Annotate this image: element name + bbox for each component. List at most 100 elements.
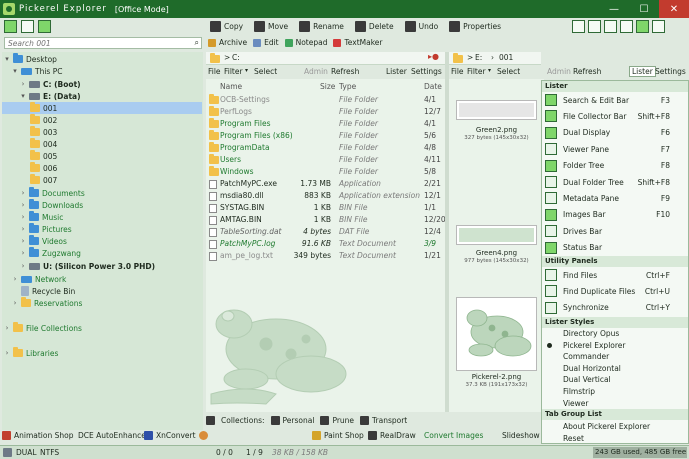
copy-button[interactable]: Copy <box>210 21 243 32</box>
app-paint-shop[interactable]: Paint Shop <box>312 431 364 440</box>
collection-transport[interactable]: Transport <box>360 416 407 425</box>
tree-node-007[interactable]: 007 <box>30 174 57 186</box>
minimize-button[interactable]: — <box>599 0 629 18</box>
tree-node-e-drive[interactable]: ▾ E: (Data) <box>20 90 80 102</box>
file-row[interactable]: AMTAG.BIN 1 KB BIN File 12/20 <box>206 214 445 226</box>
sync-icon[interactable] <box>572 20 585 33</box>
menu-settings[interactable]: Settings <box>411 67 442 76</box>
tree-node-c-drive[interactable]: › C: (Boot) <box>20 78 81 90</box>
menu-item-lister[interactable]: Folder Tree F8 <box>542 158 688 174</box>
menu-item-style[interactable]: Commander <box>542 351 688 362</box>
search-input[interactable] <box>5 38 185 48</box>
tree-node-006[interactable]: 006 <box>30 162 57 174</box>
undo-button[interactable]: Undo <box>404 21 438 32</box>
tree-node-pictures[interactable]: › Pictures <box>20 223 72 235</box>
maximize-button[interactable]: ☐ <box>629 0 659 18</box>
help-icon[interactable] <box>38 20 51 33</box>
tree-node-002[interactable]: 002 <box>30 114 57 126</box>
tree-node-005[interactable]: 005 <box>30 150 57 162</box>
tree-node-desktop[interactable]: ▾ Desktop <box>4 53 57 65</box>
menu-item-lister[interactable]: Metadata Pane F9 <box>542 190 688 206</box>
tree-node-documents[interactable]: › Documents <box>20 187 85 199</box>
collection-prune[interactable]: Prune <box>320 416 354 425</box>
file-row[interactable]: PatchMyPC.exe 1.73 MB Application 2/21 <box>206 178 445 190</box>
search-icon[interactable] <box>4 20 17 33</box>
thumbnail-pickerel[interactable] <box>456 297 537 371</box>
menu-item-utility[interactable]: Find Duplicate Files Ctrl+U <box>542 283 688 299</box>
file-row[interactable]: SYSTAG.BIN 1 KB BIN File 1/1 <box>206 202 445 214</box>
menu-item-style[interactable]: Dual Vertical <box>542 374 688 385</box>
file-row[interactable]: Program Files File Folder 4/1 <box>206 118 445 130</box>
menu-item-style[interactable]: Dual Horizontal <box>542 363 688 374</box>
tree-node-001[interactable]: 001 <box>2 102 202 114</box>
path-drive[interactable]: E: <box>475 53 482 62</box>
tree-node-zugzwang[interactable]: › Zugzwang <box>20 247 81 259</box>
path-nav-icon[interactable]: ▸● <box>428 52 439 61</box>
menu-item-lister[interactable]: Viewer Pane F7 <box>542 141 688 157</box>
move-button[interactable]: Move <box>254 21 288 32</box>
notepad-button[interactable]: Notepad <box>284 38 327 47</box>
menu-refresh[interactable]: Refresh <box>573 67 601 76</box>
menu-item-lister[interactable]: Search & Edit Bar F3 <box>542 92 688 108</box>
menu-file[interactable]: File <box>208 67 221 76</box>
file-row[interactable]: am_pe_log.txt 349 bytes Text Document 1/21 <box>206 250 445 262</box>
properties-button[interactable]: Properties <box>449 21 501 32</box>
app-xnconvert[interactable]: XnConvert <box>144 431 208 440</box>
search-field[interactable]: ⌕ <box>4 37 202 49</box>
path-drive[interactable]: C: <box>232 53 240 62</box>
menu-item-tabgroup[interactable]: Reset <box>542 433 688 444</box>
swap-panes-icon[interactable] <box>588 20 601 33</box>
tree-node-videos[interactable]: › Videos <box>20 235 67 247</box>
thumbnail-green4[interactable] <box>456 225 537 245</box>
details-view-icon[interactable] <box>620 20 633 33</box>
close-button[interactable]: ✕ <box>659 0 689 18</box>
menu-item-tabgroup[interactable]: About Pickerel Explorer <box>542 421 688 432</box>
menu-lister[interactable]: Lister <box>386 67 407 76</box>
menu-item-lister[interactable]: Dual Display F6 <box>542 125 688 141</box>
vertical-view-icon[interactable] <box>652 20 665 33</box>
tree-node-this-pc[interactable]: ▾ This PC <box>12 65 62 77</box>
delete-button[interactable]: Delete <box>354 21 394 32</box>
column-type[interactable]: Type <box>339 82 356 91</box>
collection-personal[interactable]: Personal <box>270 416 314 425</box>
tree-node-libraries[interactable]: › Libraries <box>4 347 58 359</box>
archive-button[interactable]: Archive <box>208 38 247 47</box>
app-dce[interactable]: DCE AutoEnhance <box>78 431 146 440</box>
file-collector-icon[interactable] <box>21 20 34 33</box>
column-size[interactable]: Size <box>320 82 335 91</box>
file-row[interactable]: ProgramData File Folder 4/8 <box>206 142 445 154</box>
tree-node-downloads[interactable]: › Downloads <box>20 199 83 211</box>
file-row[interactable]: TableSorting.dat 4 bytes DAT File 12/4 <box>206 226 445 238</box>
tree-node-reservations[interactable]: › Reservations <box>12 297 82 309</box>
column-date[interactable]: Date <box>424 82 442 91</box>
menu-filter[interactable]: Filter <box>467 67 486 76</box>
dual-view-icon[interactable] <box>636 20 649 33</box>
app-realdraw[interactable]: RealDraw <box>368 431 416 440</box>
tree-node-004[interactable]: 004 <box>30 138 57 150</box>
menu-item-lister[interactable]: Status Bar <box>542 240 688 256</box>
menu-item-style[interactable]: Filmstrip <box>542 386 688 397</box>
menu-admin[interactable]: Admin <box>547 67 571 76</box>
menu-item-utility[interactable]: Synchronize Ctrl+Y <box>542 300 688 316</box>
menu-item-lister[interactable]: Dual Folder Tree Shift+F8 <box>542 174 688 190</box>
menu-item-lister[interactable]: Drives Bar <box>542 223 688 239</box>
file-row[interactable]: Users File Folder 4/11 <box>206 154 445 166</box>
tree-node-recycle-bin[interactable]: Recycle Bin <box>12 285 75 297</box>
pane1-path-bar[interactable]: > C: ▸● <box>206 52 445 65</box>
tree-node-003[interactable]: 003 <box>30 126 57 138</box>
menu-admin[interactable]: Admin <box>304 67 328 76</box>
path-folder[interactable]: 001 <box>499 53 513 62</box>
file-row[interactable]: msdia80.dll 883 KB Application extension 12… <box>206 190 445 202</box>
menu-item-style[interactable]: Pickerel Explorer <box>542 340 688 351</box>
menu-lister[interactable]: Lister <box>629 66 656 77</box>
menu-select[interactable]: Select <box>497 67 520 76</box>
menu-filter[interactable]: Filter <box>224 67 243 76</box>
menu-refresh[interactable]: Refresh <box>331 67 359 76</box>
file-row[interactable]: OCB-Settings File Folder 4/1 <box>206 94 445 106</box>
rename-button[interactable]: Rename <box>299 21 344 32</box>
menu-item-lister[interactable]: File Collector Bar Shift+F8 <box>542 108 688 124</box>
menu-item-utility[interactable]: Find Files Ctrl+F <box>542 267 688 283</box>
menu-item-style[interactable]: Directory Opus <box>542 328 688 339</box>
column-name[interactable]: Name <box>220 82 242 91</box>
file-row[interactable]: PatchMyPC.log 91.6 KB Text Document 3/9 <box>206 238 445 250</box>
